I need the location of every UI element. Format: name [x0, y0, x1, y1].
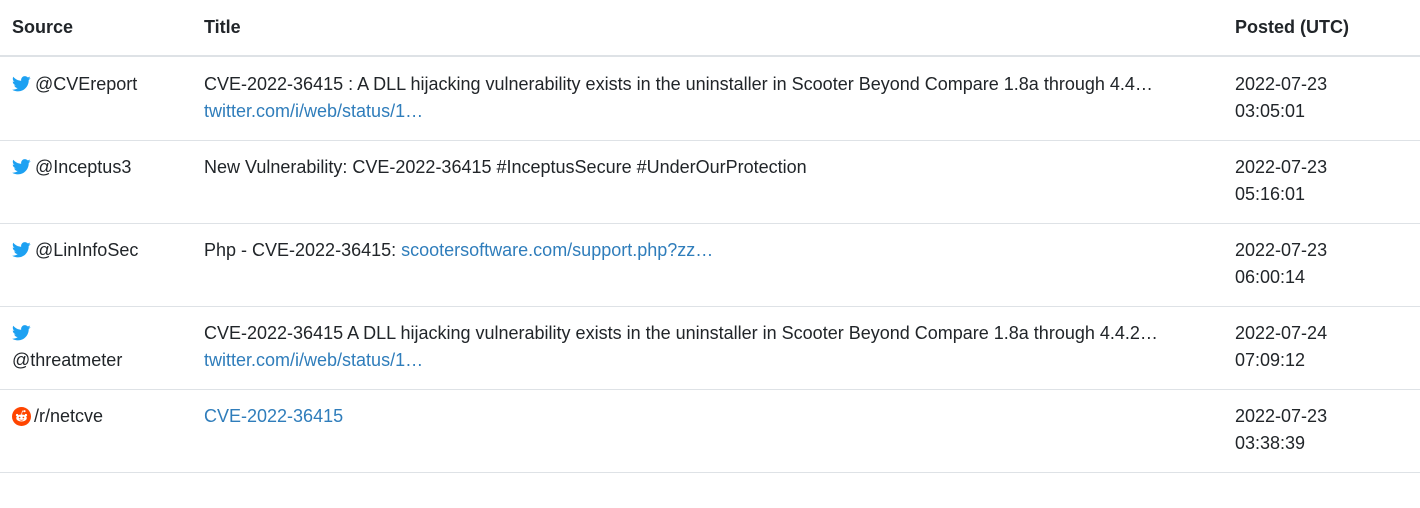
posted-date: 2022-07-23: [1235, 74, 1328, 94]
posted-cell: 2022-07-23 03:05:01: [1223, 56, 1420, 141]
posts-table: Source Title Posted (UTC) @CVEreport CVE…: [0, 0, 1420, 473]
posted-cell: 2022-07-23 03:38:39: [1223, 389, 1420, 473]
posted-date: 2022-07-23: [1235, 157, 1328, 177]
posted-time: 05:16:01: [1235, 184, 1306, 204]
source-handle[interactable]: @threatmeter: [12, 350, 122, 370]
posted-time: 03:05:01: [1235, 101, 1306, 121]
title-cell: CVE-2022-36415 A DLL hijacking vulnerabi…: [192, 306, 1223, 390]
column-header-posted[interactable]: Posted (UTC): [1223, 0, 1420, 57]
source-cell: @CVEreport: [0, 56, 192, 141]
title-text: Php - CVE-2022-36415:: [204, 240, 402, 260]
posted-cell: 2022-07-23 05:16:01: [1223, 140, 1420, 224]
twitter-icon: [12, 76, 31, 92]
title-link[interactable]: CVE-2022-36415: [204, 406, 343, 426]
posted-date: 2022-07-23: [1235, 240, 1328, 260]
title-cell: CVE-2022-36415 : A DLL hijacking vulnera…: [192, 56, 1223, 141]
twitter-icon: [12, 242, 31, 258]
title-cell: New Vulnerability: CVE-2022-36415 #Incep…: [192, 140, 1223, 224]
posted-time: 06:00:14: [1235, 267, 1306, 287]
posted-cell: 2022-07-24 07:09:12: [1223, 306, 1420, 390]
reddit-icon: [12, 407, 31, 426]
twitter-icon: [12, 325, 31, 341]
posted-time: 03:38:39: [1235, 433, 1306, 453]
table-row: @Inceptus3 New Vulnerability: CVE-2022-3…: [0, 140, 1420, 224]
source-handle[interactable]: /r/netcve: [34, 406, 103, 426]
column-header-title[interactable]: Title: [192, 0, 1223, 57]
title-text: CVE-2022-36415 : A DLL hijacking vulnera…: [204, 74, 1153, 94]
title-text: CVE-2022-36415 A DLL hijacking vulnerabi…: [204, 323, 1158, 343]
source-cell: @LinInfoSec: [0, 223, 192, 307]
posted-date: 2022-07-24: [1235, 323, 1328, 343]
table-header-row: Source Title Posted (UTC): [0, 0, 1420, 57]
title-link[interactable]: twitter.com/i/web/status/1…: [204, 350, 423, 370]
title-cell: CVE-2022-36415: [192, 389, 1223, 473]
title-link[interactable]: twitter.com/i/web/status/1…: [204, 101, 423, 121]
title-link[interactable]: scootersoftware.com/support.php?zz…: [401, 240, 713, 260]
table-row: /r/netcve CVE-2022-36415 2022-07-23 03:3…: [0, 389, 1420, 473]
source-handle[interactable]: @Inceptus3: [35, 157, 131, 177]
posted-cell: 2022-07-23 06:00:14: [1223, 223, 1420, 307]
posted-date: 2022-07-23: [1235, 406, 1328, 426]
title-text: New Vulnerability: CVE-2022-36415 #Incep…: [204, 157, 807, 177]
source-handle[interactable]: @LinInfoSec: [35, 240, 138, 260]
table-row: @CVEreport CVE-2022-36415 : A DLL hijack…: [0, 56, 1420, 141]
column-header-source[interactable]: Source: [0, 0, 192, 57]
source-cell: @threatmeter: [0, 306, 192, 390]
table-row: @LinInfoSec Php - CVE-2022-36415: scoote…: [0, 223, 1420, 307]
table-row: @threatmeter CVE-2022-36415 A DLL hijack…: [0, 306, 1420, 390]
posted-time: 07:09:12: [1235, 350, 1306, 370]
twitter-icon: [12, 159, 31, 175]
title-cell: Php - CVE-2022-36415: scootersoftware.co…: [192, 223, 1223, 307]
source-cell: /r/netcve: [0, 389, 192, 473]
source-cell: @Inceptus3: [0, 140, 192, 224]
source-handle[interactable]: @CVEreport: [35, 74, 137, 94]
